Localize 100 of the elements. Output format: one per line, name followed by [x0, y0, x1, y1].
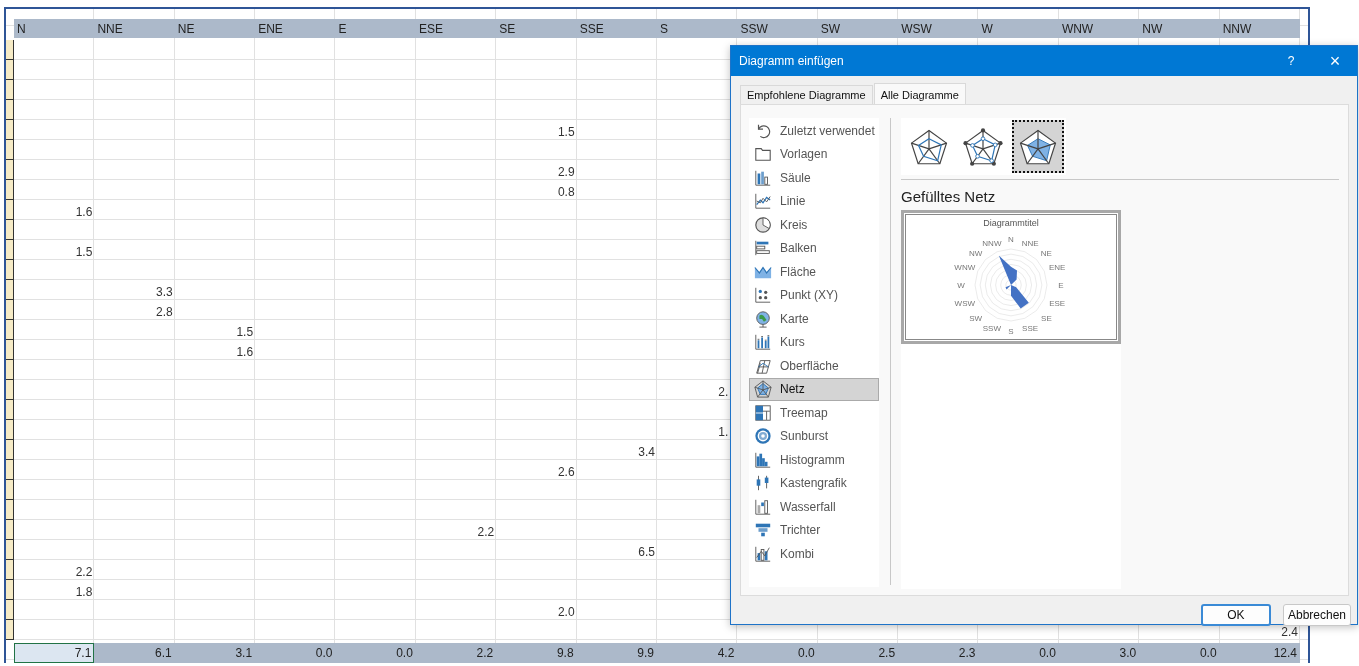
- subtype-title: Gefülltes Netz: [901, 188, 997, 205]
- table-cell-text: 2.2: [476, 524, 496, 540]
- chart-type-item[interactable]: Kastengrafik: [749, 471, 879, 495]
- chart-type-item[interactable]: Kombi: [749, 542, 879, 566]
- globe-icon: [754, 309, 772, 328]
- stock-chart-icon: [754, 333, 772, 352]
- chart-type-item[interactable]: Zuletzt verwendet: [749, 119, 879, 143]
- tab[interactable]: Empfohlene Diagramme: [740, 85, 873, 104]
- chart-type-item[interactable]: Sunburst: [749, 424, 879, 448]
- chart-type-item[interactable]: Karte: [749, 307, 879, 331]
- total-cell-text: 0.0: [797, 645, 816, 662]
- table-cell-text: 2.4: [1280, 624, 1299, 640]
- total-cell-text: 4.2: [716, 645, 736, 662]
- column-header: SSE: [578, 21, 605, 38]
- total-cell-text: 0.0: [395, 645, 414, 662]
- folder-icon: [754, 145, 772, 164]
- axis-label: WSW: [954, 298, 975, 308]
- chart-type-item[interactable]: Kreis: [749, 213, 879, 237]
- axis-label: SSE: [1022, 323, 1039, 333]
- total-cell-text: 0.0: [1038, 645, 1057, 662]
- column-header: SW: [819, 21, 842, 38]
- table-cell-text: 1.6: [235, 344, 255, 360]
- table-cell-text: 1.8: [74, 584, 94, 600]
- table-cell-text: 2.8: [155, 304, 174, 320]
- radar-area: [998, 255, 1029, 309]
- histogram-icon: [754, 450, 772, 469]
- chart-type-item[interactable]: Säule: [749, 166, 879, 190]
- column-header: N: [16, 21, 27, 38]
- treemap-icon: [754, 403, 772, 422]
- chart-type-item[interactable]: Punkt (XY): [749, 283, 879, 307]
- table-cell-text: 1.5: [556, 124, 576, 140]
- total-cell-text: 9.8: [555, 645, 575, 662]
- table-cell-text: 2.9: [556, 164, 576, 180]
- column-header: NNE: [96, 21, 124, 38]
- table-cell-text: 2.2: [74, 564, 94, 580]
- table-cell-text: 2.0: [556, 604, 576, 620]
- axis-label: S: [1008, 327, 1014, 336]
- chart-title: Diagrammtitel: [983, 218, 1039, 228]
- axis-label: E: [1058, 281, 1064, 290]
- dialog-button[interactable]: Abbrechen: [1282, 604, 1351, 626]
- window-title: Diagramm einfügen: [739, 54, 845, 68]
- column-header: W: [980, 21, 994, 38]
- chart-type-item[interactable]: Netz: [749, 377, 879, 401]
- axis-label: W: [957, 281, 965, 290]
- close-button[interactable]: ×: [1313, 46, 1357, 76]
- line-chart-icon: [754, 192, 772, 211]
- chart-type-item[interactable]: Oberfläche: [749, 354, 879, 378]
- axis-label: ESE: [1049, 298, 1066, 308]
- tab[interactable]: Alle Diagramme: [873, 83, 966, 105]
- column-header: WSW: [900, 21, 933, 38]
- axis-label: NNE: [1021, 238, 1039, 248]
- axis-label: WNW: [954, 263, 976, 273]
- axis-label: SW: [969, 313, 983, 323]
- chart-type-item[interactable]: Fläche: [749, 260, 879, 284]
- table-cell-text: 2.6: [556, 464, 576, 480]
- scatter-chart-icon: [754, 286, 772, 305]
- chart-subtype-button[interactable]: [1012, 120, 1064, 173]
- table-cell-text: 0.8: [556, 184, 576, 200]
- chart-type-item[interactable]: Vorlagen: [749, 142, 879, 166]
- column-header: ENE: [257, 21, 284, 38]
- total-cell-text: 0.0: [1198, 645, 1218, 662]
- chart-type-item[interactable]: Balken: [749, 236, 879, 260]
- table-cell-text: 3.3: [155, 284, 174, 300]
- chart-type-item[interactable]: Trichter: [749, 518, 879, 542]
- sunburst-icon: [754, 427, 772, 446]
- pie-chart-icon: [754, 215, 772, 234]
- axis-label: NNW: [982, 238, 1002, 248]
- column-header: NE: [176, 21, 196, 38]
- column-chart-icon: [754, 168, 772, 187]
- total-cell-text: 6.1: [154, 645, 173, 662]
- total-cell-text: 2.3: [957, 645, 977, 662]
- column-header: S: [659, 21, 669, 38]
- table-cell-text: 3.4: [637, 444, 656, 460]
- help-button[interactable]: ?: [1269, 46, 1313, 76]
- column-header: NNW: [1221, 21, 1253, 38]
- axis-label: NE: [1040, 248, 1052, 258]
- table-cell-text: 1.: [717, 424, 730, 440]
- chart-type-item[interactable]: Linie: [749, 189, 879, 213]
- column-header: SSW: [739, 21, 769, 38]
- dialog-button[interactable]: OK: [1200, 604, 1271, 626]
- table-cell-text: 1.5: [74, 244, 94, 260]
- combo-chart-icon: [754, 544, 772, 563]
- total-cell: 7.1: [14, 643, 95, 663]
- column-header: WNW: [1060, 21, 1095, 38]
- column-header: NW: [1141, 21, 1164, 38]
- total-cell-text: 2.2: [475, 645, 495, 662]
- table-cell-text: 1.5: [235, 324, 255, 340]
- chart-type-item[interactable]: Histogramm: [749, 448, 879, 472]
- total-cell-text: 2.5: [877, 645, 897, 662]
- total-cell-text: 3.1: [234, 645, 254, 662]
- table-cell-text: 6.5: [637, 544, 656, 560]
- total-cell-text: 3.0: [1118, 645, 1138, 662]
- chart-type-item[interactable]: Treemap: [749, 401, 879, 425]
- axis-label: SE: [1041, 313, 1052, 323]
- total-cell-text: 9.9: [636, 645, 655, 662]
- axis-label: NW: [968, 248, 983, 258]
- chart-type-item[interactable]: Kurs: [749, 330, 879, 354]
- bar-chart-icon: [754, 239, 772, 258]
- column-header: E: [337, 21, 348, 38]
- chart-type-item[interactable]: Wasserfall: [749, 495, 879, 519]
